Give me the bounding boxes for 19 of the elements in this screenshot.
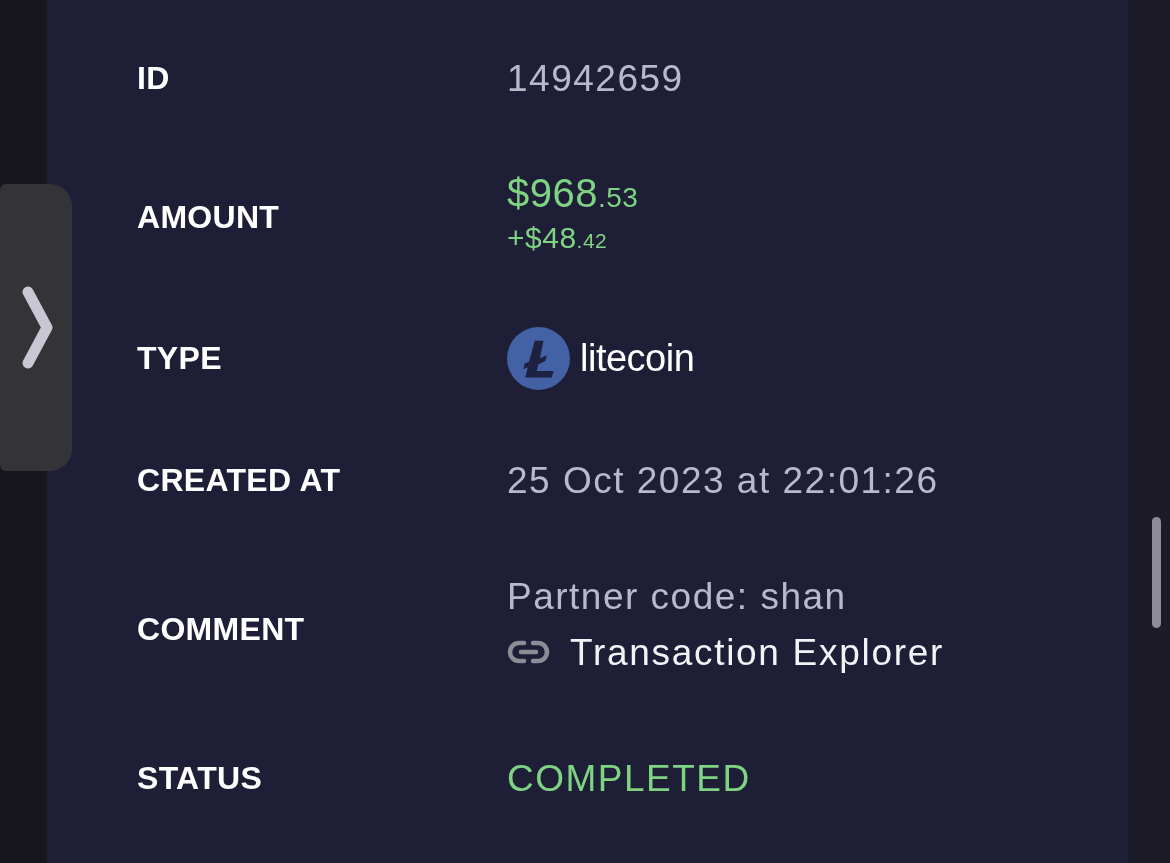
field-label: ID	[137, 62, 171, 94]
field-label: TYPE	[137, 342, 223, 374]
field-value: 14942659	[507, 59, 684, 97]
status-value: COMPLETED	[507, 759, 751, 797]
coin-icon	[507, 326, 570, 390]
side-panel-tab[interactable]	[0, 184, 72, 471]
field-label: STATUS	[137, 762, 264, 794]
field-value: 25 Oct 2023 at 22:01:26	[507, 461, 939, 499]
change-value: +$48.42	[507, 223, 609, 253]
scrollbar-thumb[interactable]	[1152, 517, 1161, 628]
comment-text: Partner code: shan	[507, 577, 848, 615]
link-icon	[507, 640, 550, 664]
field-label: COMMENT	[137, 613, 306, 645]
field-label: AMOUNT	[137, 201, 281, 233]
amount-value: $968.53	[507, 173, 639, 213]
explorer-link[interactable]: Transaction Explorer	[507, 633, 944, 671]
chevron-right-icon	[22, 286, 53, 369]
currency-name: litecoin	[580, 339, 695, 377]
field-label: CREATED AT	[137, 464, 342, 496]
